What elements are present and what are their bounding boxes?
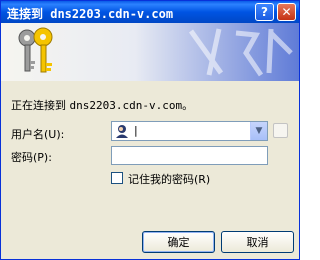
close-button[interactable]: ✕ <box>277 3 296 21</box>
username-label: 用户名(U): <box>11 128 65 141</box>
window-title: 连接到 dns2203.cdn-v.com <box>7 7 174 21</box>
cancel-button[interactable]: 取消 <box>221 231 294 253</box>
password-label: 密码(P): <box>11 151 52 164</box>
connecting-prefix: 正在连接到 <box>11 99 70 112</box>
username-value: | <box>134 124 138 137</box>
title-bar[interactable]: 连接到 dns2203.cdn-v.com ? ✕ <box>1 1 299 23</box>
login-dialog: 连接到 dns2203.cdn-v.com ? ✕ 正在连接到 dns2203.… <box>0 0 300 260</box>
remember-password-label[interactable]: 记住我的密码(R) <box>128 171 210 187</box>
chevron-down-icon[interactable]: ▼ <box>250 122 267 140</box>
connecting-suffix: 。 <box>182 99 194 112</box>
connecting-message: 正在连接到 dns2203.cdn-v.com。 <box>11 97 193 113</box>
banner-decoration <box>188 28 293 77</box>
ok-button[interactable]: 确定 <box>142 231 215 253</box>
dialog-banner <box>1 23 299 81</box>
help-button[interactable]: ? <box>255 3 274 21</box>
remember-password-checkbox[interactable] <box>111 172 123 184</box>
keys-icon <box>18 27 53 73</box>
browse-button[interactable] <box>273 123 288 138</box>
user-icon <box>116 125 128 138</box>
connecting-host: dns2203.cdn-v.com <box>69 99 183 112</box>
username-combobox[interactable]: | ▼ <box>111 121 268 141</box>
password-field[interactable] <box>111 146 268 165</box>
